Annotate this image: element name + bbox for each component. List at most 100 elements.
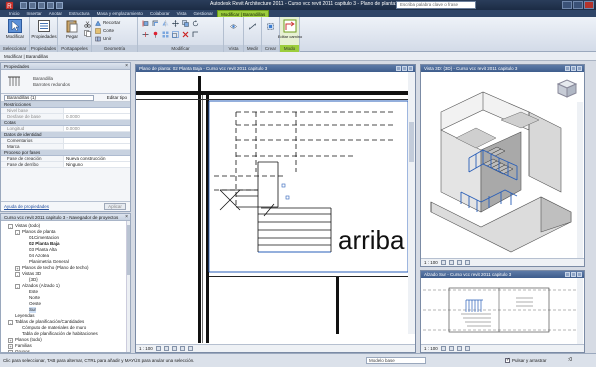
paste-button[interactable]: Pegar <box>61 19 83 44</box>
3d-view[interactable]: Vista 3D: {3D} - Curso vcc revit 2011 ca… <box>420 64 585 267</box>
collapse-icon[interactable]: - <box>15 271 20 277</box>
3d-view-scale[interactable]: 1 : 100 <box>424 259 438 266</box>
hide-element-icon[interactable] <box>230 23 237 30</box>
expand-icon[interactable]: + <box>15 265 20 271</box>
join-tool[interactable]: Unir <box>95 35 111 42</box>
close-button[interactable] <box>584 1 594 9</box>
type-selector[interactable]: Barandilla Barrotes redondos <box>1 70 130 94</box>
detail-level-icon[interactable] <box>440 346 446 351</box>
visual-style-icon[interactable] <box>448 346 454 351</box>
property-value[interactable]: 0.0000 <box>63 114 130 119</box>
viewcube-icon[interactable] <box>556 79 578 98</box>
tab-5[interactable]: Colaborar <box>147 10 173 17</box>
shadows-icon[interactable] <box>464 260 470 265</box>
redo-icon[interactable] <box>47 1 54 9</box>
modify-button[interactable]: Modificar <box>4 19 26 44</box>
checkbox-icon[interactable] <box>505 357 510 363</box>
offset-icon[interactable] <box>152 20 159 27</box>
selection-filter-count[interactable]: :0 <box>568 357 572 363</box>
minimize-button[interactable] <box>562 1 572 9</box>
close-icon[interactable]: × <box>125 63 128 70</box>
undo-icon[interactable] <box>38 1 45 9</box>
property-value[interactable] <box>63 144 130 149</box>
expand-icon[interactable]: + <box>8 343 13 349</box>
cut-geometry-tool[interactable]: Corte <box>95 27 114 34</box>
mirror-icon[interactable] <box>162 20 169 27</box>
sun-path-icon[interactable] <box>456 260 462 265</box>
property-value[interactable] <box>63 138 130 143</box>
property-value[interactable]: Nueva construcción <box>63 156 130 161</box>
tab-0[interactable]: Inicio <box>6 10 23 17</box>
south-elevation-view[interactable]: Alzado Sur - Curso vcc revit 2011 capitu… <box>420 270 585 353</box>
apply-button[interactable]: Aplicar <box>104 203 126 210</box>
cut-icon[interactable] <box>84 21 91 28</box>
copy-icon[interactable] <box>84 30 91 37</box>
copy-element-icon[interactable] <box>182 20 189 27</box>
tab-8[interactable]: Modificar | Barandillas <box>217 10 270 17</box>
measure-tool-icon[interactable] <box>249 23 256 30</box>
elevation-scale[interactable]: 1 : 100 <box>424 345 438 352</box>
edit-path-button[interactable]: Editar camino <box>278 19 302 44</box>
detail-level-icon[interactable] <box>440 260 446 265</box>
scrollbar-thumb[interactable] <box>127 225 130 275</box>
split-icon[interactable] <box>142 31 149 38</box>
collapse-icon[interactable]: - <box>15 229 20 235</box>
close-view-button[interactable] <box>408 66 413 71</box>
create-group-icon[interactable] <box>267 23 274 30</box>
align-icon[interactable] <box>142 20 149 27</box>
project-browser-scrollbar[interactable] <box>126 221 130 352</box>
expand-icon[interactable]: + <box>8 337 13 343</box>
tab-7[interactable]: Gestionar <box>191 10 217 17</box>
sun-path-icon[interactable] <box>171 346 177 351</box>
array-icon[interactable] <box>162 31 169 38</box>
detail-level-icon[interactable] <box>155 346 161 351</box>
minimize-view-button[interactable] <box>396 66 401 71</box>
tab-3[interactable]: Estructura <box>66 10 93 17</box>
tab-6[interactable]: Vista <box>174 10 190 17</box>
delete-icon[interactable] <box>182 31 189 38</box>
close-icon[interactable]: × <box>125 214 128 221</box>
minimize-view-button[interactable] <box>565 272 570 277</box>
collapse-icon[interactable]: - <box>8 319 13 325</box>
open-icon[interactable] <box>20 1 27 9</box>
close-view-button[interactable] <box>577 66 582 71</box>
shadows-icon[interactable] <box>179 346 185 351</box>
shadows-icon[interactable] <box>464 346 470 351</box>
workset-dropdown[interactable]: Modelo base <box>366 357 426 364</box>
property-value[interactable] <box>63 108 130 113</box>
search-input[interactable]: Escriba palabra clave o frase <box>396 1 476 9</box>
application-menu-button[interactable]: R <box>0 0 18 10</box>
move-icon[interactable] <box>172 20 179 27</box>
sun-path-icon[interactable] <box>456 346 462 351</box>
3d-model-drawing[interactable] <box>421 72 584 258</box>
tab-1[interactable]: Insertar <box>24 10 45 17</box>
minimize-view-button[interactable] <box>565 66 570 71</box>
floor-plan-drawing[interactable]: arriba <box>136 72 415 344</box>
measure-icon[interactable] <box>56 1 63 9</box>
pin-icon[interactable] <box>152 31 159 38</box>
edit-type-button[interactable]: Editar tipo <box>107 95 127 100</box>
save-icon[interactable] <box>29 1 36 9</box>
collapse-icon[interactable]: - <box>15 283 20 289</box>
maximize-view-button[interactable] <box>571 66 576 71</box>
press-drag-toggle[interactable]: Pulsar y arrastrar <box>505 357 547 363</box>
crop-view-icon[interactable] <box>187 346 193 351</box>
properties-button[interactable]: Propiedades <box>31 19 57 44</box>
collapse-icon[interactable]: - <box>8 223 13 229</box>
trim-tool[interactable]: Recortar <box>95 19 120 26</box>
scale-icon[interactable] <box>172 31 179 38</box>
visual-style-icon[interactable] <box>163 346 169 351</box>
tab-2[interactable]: Anotar <box>46 10 65 17</box>
instance-filter-dropdown[interactable]: Barandillas (1) <box>4 94 94 101</box>
elevation-drawing[interactable] <box>421 278 584 346</box>
property-value[interactable]: Ninguno <box>63 162 130 167</box>
floor-plan-scale[interactable]: 1 : 100 <box>139 345 153 352</box>
trim-extend-icon[interactable] <box>192 31 199 38</box>
properties-help-link[interactable]: Ayuda de propiedades <box>4 204 49 209</box>
close-view-button[interactable] <box>577 272 582 277</box>
maximize-button[interactable] <box>573 1 583 9</box>
maximize-view-button[interactable] <box>402 66 407 71</box>
rotate-icon[interactable] <box>192 20 199 27</box>
property-value[interactable]: 0.0000 <box>63 126 130 131</box>
visual-style-icon[interactable] <box>448 260 454 265</box>
